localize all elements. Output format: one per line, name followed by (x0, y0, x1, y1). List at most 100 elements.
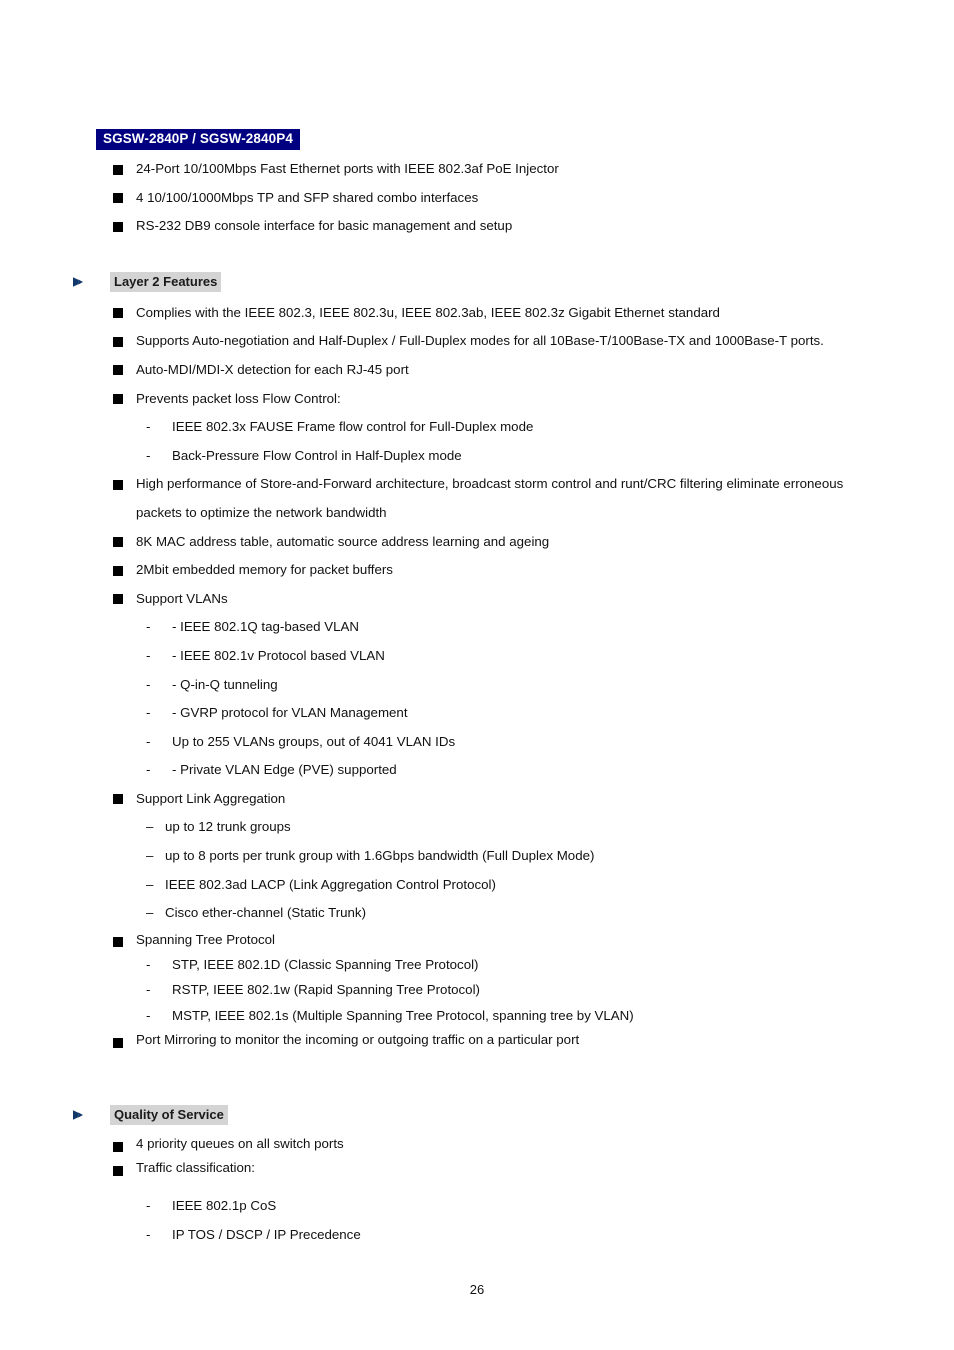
dash-marker-icon: - (146, 733, 151, 749)
sub-list-item: - STP, IEEE 802.1D (Classic Spanning Tre… (0, 952, 954, 978)
dash-marker-icon: - (146, 1226, 151, 1242)
section-heading-label: Layer 2 Features (110, 271, 222, 292)
square-bullet-icon (113, 1141, 123, 1152)
sub-list-item-label: Back-Pressure Flow Control in Half-Duple… (172, 447, 462, 463)
list-item-label: 4 priority queues on all switch ports (136, 1136, 344, 1152)
sub-list-item: - - GVRP protocol for VLAN Management (0, 699, 954, 728)
sub-list-item-label: IP TOS / DSCP / IP Precedence (172, 1226, 361, 1242)
section-heading-label: Quality of Service (110, 1105, 228, 1126)
list-item-label: Support VLANs (136, 590, 228, 606)
list-item-label: Supports Auto-negotiation and Half-Duple… (136, 333, 824, 349)
sub-list-item-label: up to 8 ports per trunk group with 1.6Gb… (165, 848, 595, 864)
square-bullet-icon (113, 193, 123, 204)
list-item: Port Mirroring to monitor the incoming o… (0, 1028, 954, 1052)
square-bullet-icon (113, 1165, 123, 1176)
square-bullet-icon (113, 565, 123, 576)
square-bullet-icon (113, 1037, 123, 1048)
list-item-label: Auto-MDI/MDI-X detection for each RJ-45 … (136, 361, 409, 377)
sub-list-item-label: up to 12 trunk groups (165, 819, 291, 835)
list-item: Traffic classification: (0, 1156, 954, 1180)
list-item: 2Mbit embedded memory for packet buffers (0, 556, 954, 585)
dash-marker-icon: - (146, 1198, 151, 1214)
triangle-bullet-icon (73, 276, 83, 287)
dash-marker-icon: - (146, 447, 151, 463)
endash-marker-icon: – (146, 905, 154, 921)
list-item-label: 8K MAC address table, automatic source a… (136, 533, 550, 549)
dash-marker-icon: - (146, 762, 151, 778)
list-item-label: Spanning Tree Protocol (136, 931, 275, 947)
dash-marker-icon: - (146, 647, 151, 663)
list-item: Auto-MDI/MDI-X detection for each RJ-45 … (0, 356, 954, 385)
list-item: 4 10/100/1000Mbps TP and SFP shared comb… (0, 184, 954, 213)
section-heading-layer2: Layer 2 Features (0, 271, 954, 293)
sub-list-item-label: Cisco ether-channel (Static Trunk) (165, 905, 367, 921)
list-item: High performance of Store-and-Forward ar… (0, 470, 954, 527)
sub-list-item: – up to 12 trunk groups (0, 813, 954, 842)
list-item-label: Prevents packet loss Flow Control: (136, 390, 341, 406)
sub-list-item: – IEEE 802.3ad LACP (Link Aggregation Co… (0, 871, 954, 900)
sub-list-item-label: IEEE 802.3x FAUSE Frame flow control for… (172, 419, 534, 435)
sub-list-item-label: Up to 255 VLANs groups, out of 4041 VLAN… (172, 733, 456, 749)
endash-marker-icon: – (146, 819, 154, 835)
sub-list-item-label: - Private VLAN Edge (PVE) supported (172, 762, 397, 778)
dash-marker-icon: - (146, 619, 151, 635)
square-bullet-icon (113, 937, 123, 948)
list-item-label: High performance of Store-and-Forward ar… (136, 476, 844, 520)
sub-list-item: - RSTP, IEEE 802.1w (Rapid Spanning Tree… (0, 977, 954, 1003)
sub-list-item-label: RSTP, IEEE 802.1w (Rapid Spanning Tree P… (172, 982, 480, 998)
dash-marker-icon: - (146, 956, 151, 972)
document-content: 24-Port 10/100Mbps Fast Ethernet ports w… (0, 155, 954, 1250)
endash-marker-icon: – (146, 876, 154, 892)
list-item-label: 4 10/100/1000Mbps TP and SFP shared comb… (136, 189, 479, 205)
list-item: Supports Auto-negotiation and Half-Duple… (0, 327, 954, 356)
square-bullet-icon (113, 394, 123, 405)
list-item-label: RS-232 DB9 console interface for basic m… (136, 218, 513, 234)
sub-list-item: - - IEEE 802.1Q tag-based VLAN (0, 613, 954, 642)
sub-list-item: - Back-Pressure Flow Control in Half-Dup… (0, 442, 954, 471)
square-bullet-icon (113, 336, 123, 347)
document-page: SGSW-2840P / SGSW-2840P4 24-Port 10/100M… (0, 0, 954, 1350)
list-item: Support Link Aggregation (0, 785, 954, 814)
dash-marker-icon: - (146, 1007, 151, 1023)
square-bullet-icon (113, 594, 123, 605)
square-bullet-icon (113, 479, 123, 490)
sub-list-item: – up to 8 ports per trunk group with 1.6… (0, 842, 954, 871)
list-item: 24-Port 10/100Mbps Fast Ethernet ports w… (0, 155, 954, 184)
sub-list-item-label: - IEEE 802.1v Protocol based VLAN (172, 647, 385, 663)
dash-marker-icon: - (146, 705, 151, 721)
sub-list-item: – Cisco ether-channel (Static Trunk) (0, 899, 954, 928)
sub-list-item-label: IEEE 802.3ad LACP (Link Aggregation Cont… (165, 876, 496, 892)
product-title-band: SGSW-2840P / SGSW-2840P4 (96, 129, 300, 150)
dash-marker-icon: - (146, 982, 151, 998)
square-bullet-icon (113, 537, 123, 548)
list-item-label: Complies with the IEEE 802.3, IEEE 802.3… (136, 304, 720, 320)
sub-list-item: - IEEE 802.3x FAUSE Frame flow control f… (0, 413, 954, 442)
list-item-label: Traffic classification: (136, 1160, 255, 1176)
list-item-label: 24-Port 10/100Mbps Fast Ethernet ports w… (136, 161, 559, 176)
square-bullet-icon (113, 365, 123, 376)
sub-list-item-label: - Q-in-Q tunneling (172, 676, 278, 692)
sub-list-item-label: IEEE 802.1p CoS (172, 1198, 277, 1214)
list-item: Prevents packet loss Flow Control: (0, 385, 954, 414)
list-item: Spanning Tree Protocol (0, 928, 954, 952)
list-item-label: Support Link Aggregation (136, 790, 286, 806)
section-heading-qos: Quality of Service (0, 1104, 954, 1126)
sub-list-item-label: STP, IEEE 802.1D (Classic Spanning Tree … (172, 956, 479, 972)
dash-marker-icon: - (146, 676, 151, 692)
sub-list-item: - Up to 255 VLANs groups, out of 4041 VL… (0, 728, 954, 757)
dash-marker-icon: - (146, 419, 151, 435)
square-bullet-icon (113, 794, 123, 805)
sub-list-item-label: - GVRP protocol for VLAN Management (172, 705, 408, 721)
sub-list-item: - MSTP, IEEE 802.1s (Multiple Spanning T… (0, 1003, 954, 1029)
sub-list-item-label: MSTP, IEEE 802.1s (Multiple Spanning Tre… (172, 1007, 634, 1023)
list-item-label: 2Mbit embedded memory for packet buffers (136, 562, 393, 578)
square-bullet-icon (113, 164, 123, 175)
list-item-label: Port Mirroring to monitor the incoming o… (136, 1032, 580, 1048)
sub-list-item: - IEEE 802.1p CoS (0, 1192, 954, 1221)
square-bullet-icon (113, 221, 123, 232)
list-item: RS-232 DB9 console interface for basic m… (0, 212, 954, 241)
